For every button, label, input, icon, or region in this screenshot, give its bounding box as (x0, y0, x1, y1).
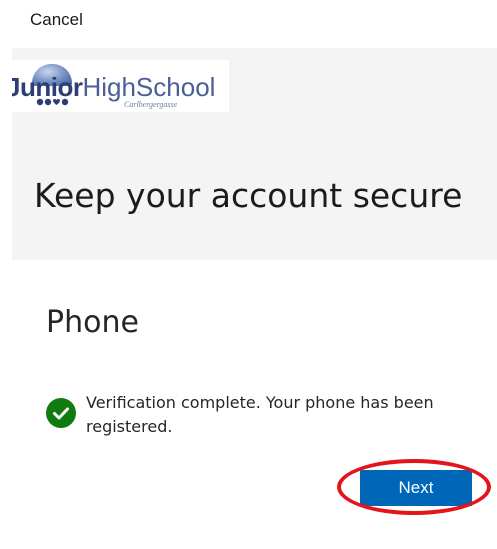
logo-word-bold: Junior (12, 72, 83, 102)
check-circle-icon (46, 398, 76, 428)
section-title: Phone (46, 305, 139, 340)
logo-wordmark: JuniorHighSchool (12, 74, 215, 100)
cancel-link[interactable]: Cancel (30, 10, 83, 30)
verification-message: Verification complete. Your phone has be… (86, 393, 434, 436)
next-button[interactable]: Next (360, 470, 472, 506)
logo-word-light: HighSchool (82, 72, 216, 102)
page-title: Keep your account secure (34, 176, 463, 215)
page: Cancel JuniorHighSchool Carlbergergasse … (0, 0, 497, 549)
logo-subtitle: Carlbergergasse (124, 100, 178, 109)
school-logo: JuniorHighSchool Carlbergergasse (12, 60, 229, 112)
